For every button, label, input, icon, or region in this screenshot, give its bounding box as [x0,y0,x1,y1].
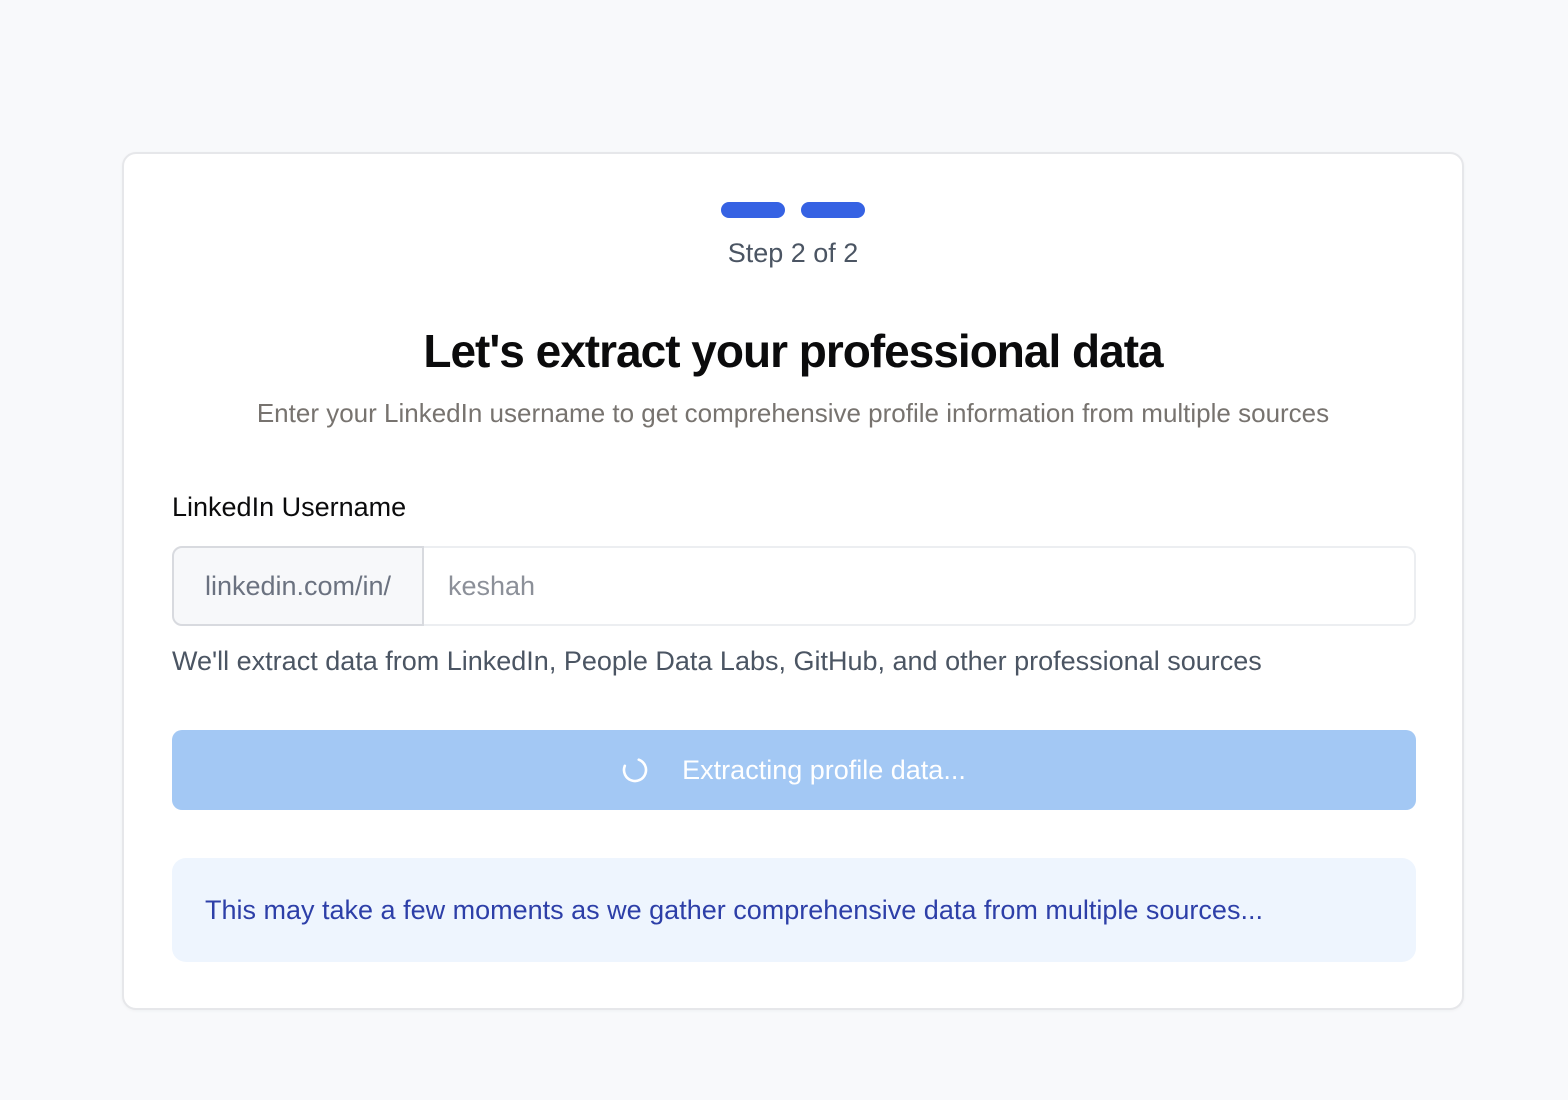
onboarding-card: Step 2 of 2 Let's extract your professio… [122,152,1464,1010]
url-prefix: linkedin.com/in/ [172,546,424,626]
info-notice: This may take a few moments as we gather… [172,858,1416,962]
extract-button-label: Extracting profile data... [682,754,966,785]
linkedin-username-label: LinkedIn Username [172,492,407,522]
spinner-icon [622,757,648,783]
step-2-indicator [801,202,865,218]
page-title: Let's extract your professional data [423,325,1163,377]
step-label: Step 2 of 2 [727,238,859,268]
info-notice-text: This may take a few moments as we gather… [205,894,1263,925]
step-1-indicator [721,202,785,218]
linkedin-username-input[interactable] [424,546,1416,626]
page-subtitle: Enter your LinkedIn username to get comp… [256,398,1330,428]
step-progress [124,202,1462,218]
linkedin-username-group: linkedin.com/in/ [172,546,1416,626]
extract-button[interactable]: Extracting profile data... [172,730,1416,810]
help-text: We'll extract data from LinkedIn, People… [172,646,1262,676]
